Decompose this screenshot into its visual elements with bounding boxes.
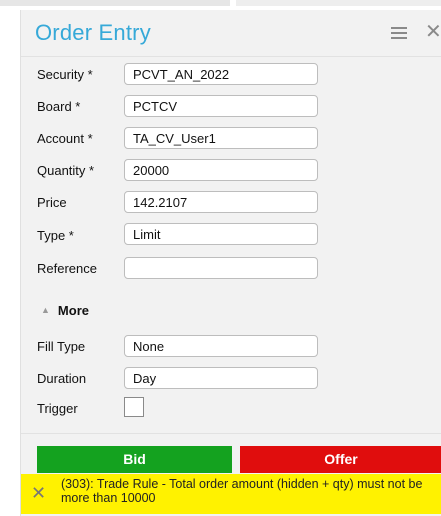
account-label: Account * (37, 131, 93, 146)
price-row: Price 142.2107 (21, 188, 441, 220)
board-field[interactable]: PCTCV (124, 95, 318, 117)
reference-field[interactable] (124, 257, 318, 279)
background-tab-right (236, 0, 441, 6)
duration-row: Duration Day (21, 364, 441, 396)
background-tab-left (0, 0, 230, 6)
fill-type-field[interactable]: None (124, 335, 318, 357)
fill-type-row: Fill Type None (21, 332, 441, 364)
header-divider (21, 56, 441, 57)
alert-message: (303): Trade Rule - Total order amount (… (61, 477, 423, 505)
panel-title: Order Entry (35, 20, 151, 45)
trigger-label: Trigger (37, 401, 78, 416)
type-label: Type * (37, 228, 74, 243)
type-row: Type * Limit (21, 221, 441, 253)
more-toggle[interactable]: ▲ More (41, 303, 89, 323)
quantity-field[interactable]: 20000 (124, 159, 318, 181)
fill-type-label: Fill Type (37, 339, 86, 354)
panel-header: Order Entry ✕ (21, 10, 441, 56)
caret-up-icon: ▲ (41, 305, 50, 315)
order-entry-panel: Order Entry ✕ Security * PCVT_AN_2022 Bo… (20, 10, 441, 516)
board-row: Board * PCTCV (21, 92, 441, 124)
error-alert: ✕ (303): Trade Rule - Total order amount… (21, 474, 441, 514)
quantity-label: Quantity * (37, 163, 95, 178)
security-field[interactable]: PCVT_AN_2022 (124, 63, 318, 85)
offer-button[interactable]: Offer (240, 446, 441, 473)
trigger-row: Trigger (21, 394, 441, 426)
actions-divider (21, 433, 441, 434)
account-row: Account * TA_CV_User1 (21, 124, 441, 156)
duration-field[interactable]: Day (124, 367, 318, 389)
left-gutter (0, 10, 20, 516)
board-label: Board * (37, 99, 81, 114)
security-row: Security * PCVT_AN_2022 (21, 60, 441, 92)
duration-label: Duration (37, 371, 87, 386)
dismiss-alert-icon[interactable]: ✕ (31, 483, 46, 504)
close-icon[interactable]: ✕ (425, 22, 441, 42)
account-field[interactable]: TA_CV_User1 (124, 127, 318, 149)
security-label: Security * (37, 67, 93, 82)
hamburger-menu-icon[interactable] (391, 27, 407, 41)
reference-label: Reference (37, 261, 97, 276)
price-label: Price (37, 195, 67, 210)
type-field[interactable]: Limit (124, 223, 318, 245)
reference-row: Reference (21, 254, 441, 286)
quantity-row: Quantity * 20000 (21, 156, 441, 188)
more-label: More (57, 303, 89, 318)
top-strip (0, 0, 441, 10)
price-field[interactable]: 142.2107 (124, 191, 318, 213)
trigger-checkbox[interactable] (124, 397, 144, 417)
bid-button[interactable]: Bid (37, 446, 232, 473)
